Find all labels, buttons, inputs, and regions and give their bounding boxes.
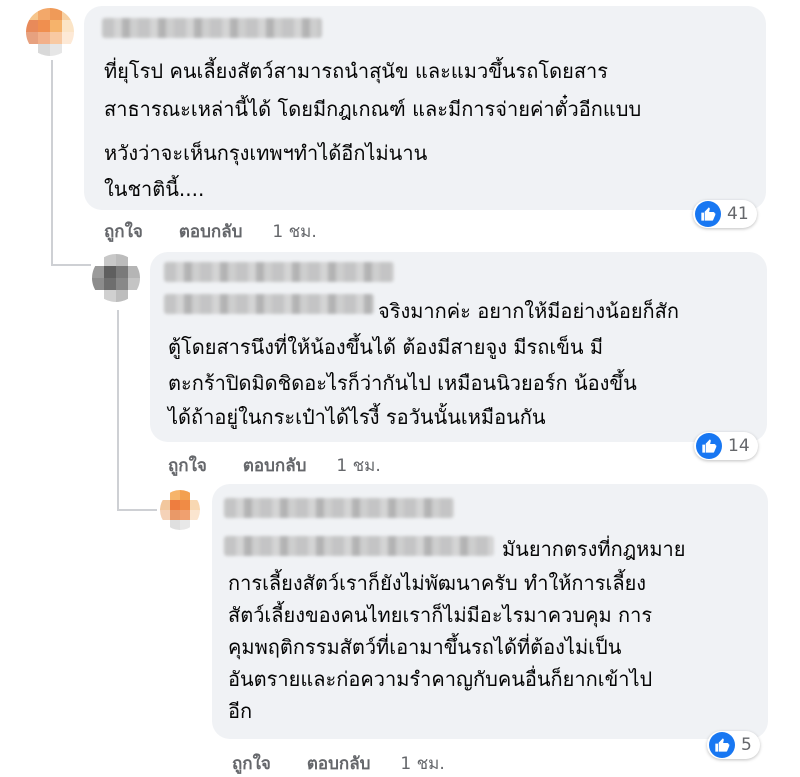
thread-line-curve [51, 264, 91, 266]
commenter-name[interactable] [102, 18, 322, 38]
thread-line-reply [117, 310, 119, 510]
reaction-summary[interactable]: 5 [707, 731, 760, 759]
comment-actions: ถูกใจ ตอบกลับ 1 ชม. [168, 452, 381, 479]
comment-text-line: ตู้โดยสารนึงที่ให้น้องขึ้นได้ ต้องมีสายจ… [168, 335, 604, 359]
reaction-count: 5 [741, 735, 752, 755]
like-button[interactable]: ถูกใจ [232, 750, 271, 777]
commenter-name[interactable] [164, 262, 394, 282]
like-icon [709, 732, 735, 758]
like-icon [695, 201, 721, 227]
comment-actions: ถูกใจ ตอบกลับ 1 ชม. [232, 750, 445, 777]
avatar[interactable] [92, 254, 140, 302]
comment-text-line: มันยากตรงที่กฎหมาย [502, 537, 686, 561]
reaction-summary[interactable]: 14 [694, 432, 758, 460]
comment-text-line: ได้ถ้าอยู่ในกระเป๋าได้ไรงี้ รอวันนั้นเหม… [168, 405, 546, 429]
like-icon [696, 433, 722, 459]
timestamp[interactable]: 1 ชม. [336, 452, 380, 479]
comment-text-line: การเลี้ยงสัตว์เราก็ยังไม่พัฒนาครับ ทำให้… [228, 571, 647, 595]
reply-button[interactable]: ตอบกลับ [243, 452, 307, 479]
comment-text-line: ในชาตินี้.... [104, 177, 205, 201]
timestamp[interactable]: 1 ชม. [272, 218, 316, 245]
like-button[interactable]: ถูกใจ [168, 452, 207, 479]
comment-text-line: อีก [228, 699, 253, 723]
thread-line-main [51, 60, 53, 265]
comment-text-line: สาธารณะเหล่านี้ได้ โดยมีกฎเกณฑ์ และมีการ… [104, 97, 642, 121]
comment-bubble: มันยากตรงที่กฎหมาย การเลี้ยงสัตว์เราก็ยั… [212, 484, 768, 739]
commenter-name[interactable] [224, 498, 454, 518]
thread-line-reply-curve [117, 509, 157, 511]
avatar[interactable] [26, 8, 74, 56]
comment-text-line: จริงมากค่ะ อยากให้มีอย่างน้อยก็สัก [378, 299, 679, 323]
comment-text-line: อันตรายและก่อความรำคาญกับคนอื่นก็ยากเข้า… [228, 667, 653, 691]
commenter-name-blur [164, 294, 374, 314]
timestamp[interactable]: 1 ชม. [400, 750, 444, 777]
comment-text-line: คุมพฤติกรรมสัตว์ที่เอามาขึ้นรถได้ที่ต้อง… [228, 635, 622, 659]
avatar[interactable] [160, 490, 200, 530]
comment-text-line: ตะกร้าปิดมิดชิดอะไรก็ว่ากันไป เหมือนนิวย… [168, 371, 637, 395]
comment-text-line: ที่ยุโรป คนเลี้ยงสัตว์สามารถนำสุนัข และแ… [104, 59, 609, 83]
like-button[interactable]: ถูกใจ [104, 218, 143, 245]
commenter-name-blur [224, 536, 494, 556]
reaction-count: 14 [728, 436, 750, 456]
reply-button[interactable]: ตอบกลับ [307, 750, 371, 777]
reply-button[interactable]: ตอบกลับ [179, 218, 243, 245]
comment-actions: ถูกใจ ตอบกลับ 1 ชม. [104, 218, 317, 245]
comment-text-line: หวังว่าจะเห็นกรุงเทพฯทำได้อีกไม่นาน [104, 141, 428, 165]
reaction-summary[interactable]: 41 [693, 200, 757, 228]
comment-bubble: ที่ยุโรป คนเลี้ยงสัตว์สามารถนำสุนัข และแ… [84, 6, 766, 210]
comment-text-line: สัตว์เลี้ยงของคนไทยเราก็ไม่มีอะไรมาควบคุ… [228, 603, 653, 627]
reaction-count: 41 [727, 204, 749, 224]
comment-bubble: จริงมากค่ะ อยากให้มีอย่างน้อยก็สัก ตู้โด… [150, 252, 767, 442]
